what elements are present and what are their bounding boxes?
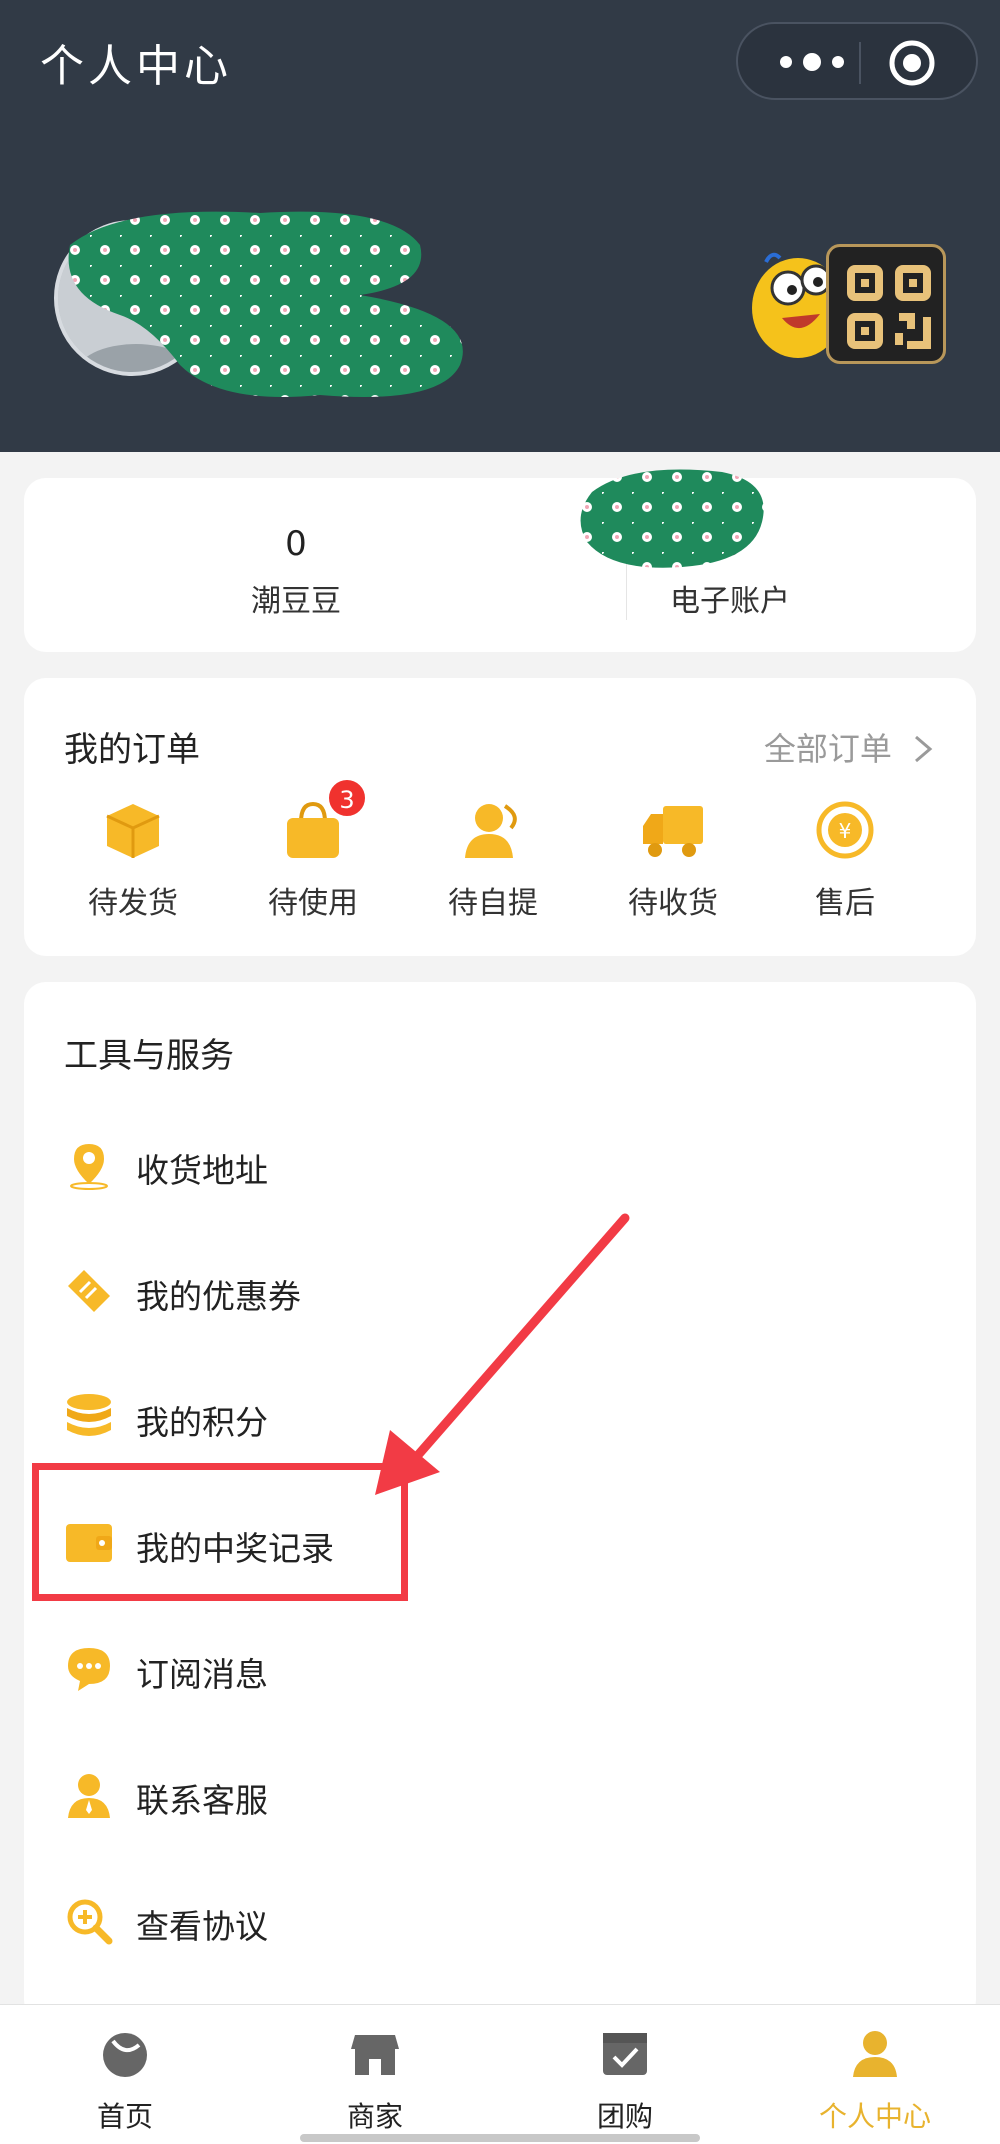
coupon-icon (68, 1270, 110, 1312)
stat-points[interactable]: 0 潮豆豆 (146, 524, 446, 620)
location-pin-icon (70, 1144, 108, 1190)
chevron-right-icon (915, 735, 933, 763)
coins-stack-icon (67, 1394, 111, 1436)
tool-prize-records[interactable]: 我的中奖记录 (64, 1506, 924, 1596)
stat-label: 潮豆豆 (251, 584, 341, 619)
chat-bubble-icon (68, 1648, 110, 1691)
page-title: 个人中心 (40, 41, 232, 92)
mini-program-capsule (736, 22, 978, 100)
view-all-label: 全部订单 (763, 730, 892, 768)
tool-label: 订阅消息 (136, 1655, 268, 1694)
tool-view-agreement[interactable]: 查看协议 (64, 1884, 924, 1974)
tab-label: 首页 (96, 2100, 153, 2133)
view-all-orders-link[interactable]: 全部订单 (764, 724, 934, 770)
store-icon (351, 2035, 399, 2075)
group-buy-icon (603, 2033, 647, 2075)
order-label: 待发货 (88, 886, 178, 921)
box-icon (106, 804, 160, 858)
stat-value: 0 (285, 524, 307, 564)
tool-label: 我的优惠券 (136, 1277, 301, 1316)
my-orders-card: 我的订单 全部订单 待发货 3 待使用 待自提 待收货 ¥ 售后 (24, 678, 976, 956)
target-circle-icon[interactable] (888, 39, 936, 87)
stat-label: 电子账户 (670, 584, 790, 619)
tool-contact-support[interactable]: 联系客服 (64, 1758, 924, 1848)
svg-text:¥: ¥ (839, 819, 852, 843)
bottom-tab-bar: 首页 商家 团购 个人中心 (0, 2004, 1000, 2144)
tools-title: 工具与服务 (64, 1036, 234, 1076)
order-label: 待自提 (448, 886, 538, 921)
tool-label: 查看协议 (136, 1907, 268, 1946)
tab-profile[interactable]: 个人中心 (795, 2027, 955, 2135)
redaction-scribble (580, 469, 764, 568)
magnifier-plus-icon (67, 1899, 113, 1945)
profile-icon (853, 2031, 897, 2077)
orders-title: 我的订单 (64, 730, 200, 770)
qr-code-button[interactable] (826, 244, 946, 364)
order-after-sales[interactable]: ¥ 售后 (770, 798, 920, 922)
tab-label: 商家 (346, 2100, 403, 2133)
person-pickup-icon (465, 804, 517, 858)
tool-my-points[interactable]: 我的积分 (64, 1380, 924, 1470)
tool-label: 收货地址 (136, 1151, 268, 1190)
refund-yen-icon: ¥ (816, 801, 874, 859)
tool-shipping-address[interactable]: 收货地址 (64, 1128, 924, 1218)
tool-my-coupons[interactable]: 我的优惠券 (64, 1254, 924, 1344)
qrcode-icon (847, 265, 931, 349)
tools-services-card: 工具与服务 收货地址 我的优惠券 我的积分 我的中奖记录 订阅消息 联系客服 查… (24, 982, 976, 2022)
order-label: 待使用 (268, 886, 358, 921)
wallet-icon (66, 1524, 112, 1562)
order-label: 售后 (815, 886, 875, 921)
order-label: 待收货 (628, 886, 718, 921)
customer-service-icon (68, 1774, 110, 1818)
tab-label: 团购 (596, 2100, 653, 2133)
tool-label: 我的积分 (136, 1403, 268, 1442)
home-icon (103, 2033, 147, 2077)
tab-merchants[interactable]: 商家 (295, 2027, 455, 2135)
home-indicator (300, 2134, 700, 2142)
tool-label: 我的中奖记录 (136, 1529, 334, 1568)
tab-group-buy[interactable]: 团购 (545, 2027, 705, 2135)
tab-label: 个人中心 (818, 2100, 931, 2133)
order-pending-use[interactable]: 3 待使用 (238, 778, 388, 922)
order-count-badge: 3 (327, 778, 367, 818)
profile-header: 个人中心 (0, 0, 1000, 452)
order-pending-shipment[interactable]: 待发货 (58, 798, 208, 922)
order-pending-pickup[interactable]: 待自提 (418, 798, 568, 922)
capsule-divider (859, 42, 861, 84)
account-stats-card: 0 潮豆豆 8 电子账户 (24, 478, 976, 652)
order-pending-receipt[interactable]: 待收货 (598, 798, 748, 922)
tool-label: 联系客服 (136, 1781, 268, 1820)
tab-home[interactable]: 首页 (45, 2027, 205, 2135)
more-dots-icon[interactable] (772, 46, 868, 78)
redaction-scribble (68, 211, 463, 397)
tool-subscribe-messages[interactable]: 订阅消息 (64, 1632, 924, 1722)
truck-icon (643, 806, 703, 857)
